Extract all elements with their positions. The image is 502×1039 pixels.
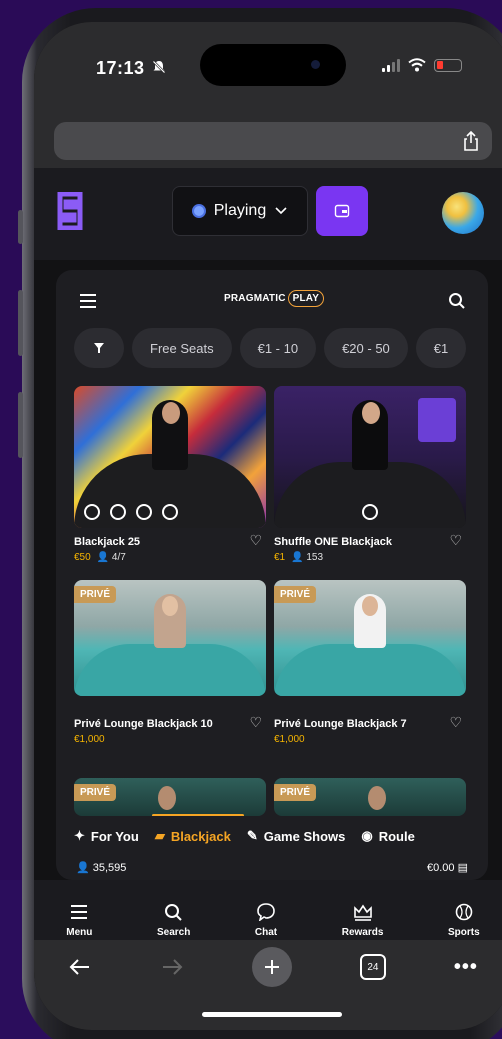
filter-chips: Free Seats €1 - 10 €20 - 50 €1 — [74, 328, 467, 368]
filter-button[interactable] — [74, 328, 124, 368]
wallet-icon — [334, 204, 350, 218]
status-bar: 17:13 — [34, 22, 502, 102]
microphone-icon: ✎ — [246, 828, 258, 843]
favorite-heart-icon[interactable]: ♡ — [249, 714, 262, 731]
tab-roulette[interactable]: ◉ Roule — [361, 828, 414, 844]
chip-bet-1-10[interactable]: €1 - 10 — [239, 328, 317, 368]
game-name: Privé Lounge Blackjack 7 — [274, 718, 407, 730]
game-tile[interactable]: Blackjack 25 ♡ €50 👤 4/7 — [74, 386, 266, 563]
prive-badge: PRIVÉ — [274, 586, 317, 603]
favorite-heart-icon[interactable]: ♡ — [249, 532, 262, 549]
search-icon — [164, 903, 182, 921]
category-tabs: ✦ For You ▰ Blackjack ✎ Game Shows ◉ Roule — [56, 816, 488, 856]
chevron-down-icon — [275, 207, 287, 215]
game-thumbnail — [74, 386, 266, 528]
wifi-icon — [408, 58, 426, 72]
roulette-icon: ◉ — [361, 828, 373, 843]
user-avatar[interactable] — [442, 192, 484, 234]
shuffle-logo-icon[interactable] — [54, 192, 86, 230]
funnel-icon — [94, 343, 104, 353]
chip-bet-more[interactable]: €1 — [415, 328, 467, 368]
favorite-heart-icon[interactable]: ♡ — [449, 714, 462, 731]
phone-screen: 17:13 Playing PRAGMATIC PLAY Free Seats … — [34, 22, 502, 1030]
nav-menu[interactable]: Menu — [66, 903, 92, 938]
prive-badge: PRIVÉ — [74, 586, 117, 603]
prive-badge: PRIVÉ — [274, 784, 317, 801]
favorite-heart-icon[interactable]: ♡ — [449, 532, 462, 549]
cell-signal-icon — [382, 58, 400, 72]
nav-search[interactable]: Search — [157, 903, 190, 938]
main-content: PRAGMATIC PLAY Free Seats €1 - 10 €20 - 5… — [34, 260, 502, 880]
playing-dropdown[interactable]: Playing — [172, 186, 308, 236]
balance: €0.00 ▤ — [427, 861, 468, 874]
chat-icon — [257, 902, 275, 921]
site-header: Playing — [34, 168, 502, 260]
menu-icon — [71, 904, 88, 919]
chip-bet-20-50[interactable]: €20 - 50 — [324, 328, 408, 368]
pragmatic-play-logo: PRAGMATIC PLAY — [224, 290, 325, 307]
phone-side-button — [18, 290, 23, 356]
sparkle-icon: ✦ — [74, 828, 85, 843]
min-bet: €1,000 — [74, 734, 105, 745]
tabs-button[interactable]: 24 — [359, 954, 386, 980]
game-thumbnail — [274, 386, 466, 528]
new-tab-button[interactable] — [251, 947, 292, 987]
game-thumbnail: PRIVÉ — [274, 580, 466, 696]
chip-free-seats[interactable]: Free Seats — [132, 328, 232, 368]
browser-address-area — [34, 102, 502, 168]
game-tile[interactable]: PRIVÉ — [274, 778, 466, 816]
min-bet: €1,000 — [274, 734, 305, 745]
players-online: 👤 35,595 — [76, 861, 127, 874]
shuffle-sign — [418, 398, 456, 442]
crown-icon — [353, 904, 372, 921]
game-thumbnail: PRIVÉ — [74, 778, 266, 816]
seat-icon — [362, 504, 378, 520]
bell-muted-icon — [152, 60, 166, 74]
forward-arrow-icon[interactable] — [160, 957, 184, 977]
search-icon[interactable] — [448, 292, 466, 310]
game-name: Shuffle ONE Blackjack — [274, 536, 392, 548]
nav-sports[interactable]: Sports — [448, 903, 480, 938]
wallet-button[interactable] — [316, 186, 368, 236]
address-bar[interactable] — [54, 122, 492, 160]
min-bet: €1 — [274, 552, 286, 563]
cards-icon: ▰ — [154, 828, 165, 843]
tab-for-you[interactable]: ✦ For You — [74, 828, 139, 844]
game-tile[interactable]: PRIVÉ Privé Lounge Blackjack 10 ♡ €1,000 — [74, 580, 266, 745]
camera-dot — [311, 60, 320, 69]
dynamic-island — [200, 44, 346, 86]
more-options-icon[interactable]: ••• — [454, 956, 478, 979]
status-time: 17:13 — [96, 58, 145, 78]
nav-rewards[interactable]: Rewards — [342, 903, 383, 938]
game-tile[interactable]: PRIVÉ — [74, 778, 266, 816]
prive-badge: PRIVÉ — [74, 784, 117, 801]
home-indicator[interactable] — [202, 1012, 342, 1017]
game-thumbnail: PRIVÉ — [74, 580, 266, 696]
phone-side-button — [18, 392, 23, 458]
share-icon[interactable] — [462, 130, 480, 152]
lobby-card: PRAGMATIC PLAY Free Seats €1 - 10 €20 - 5… — [56, 270, 488, 880]
seat-icons — [84, 504, 178, 520]
playing-label: Playing — [213, 202, 267, 219]
game-tile[interactable]: Shuffle ONE Blackjack ♡ €1 👤 153 — [274, 386, 466, 563]
currency-coin-icon — [191, 204, 206, 218]
lobby-footer: 👤 35,595 €0.00 ▤ — [56, 854, 488, 880]
back-arrow-icon[interactable] — [68, 957, 92, 977]
game-name: Blackjack 25 — [74, 536, 141, 548]
tab-blackjack[interactable]: ▰ Blackjack — [155, 828, 231, 844]
seats-count: 👤 153 — [291, 552, 324, 563]
nav-chat[interactable]: Chat — [255, 902, 277, 938]
seats-count: 👤 4/7 — [96, 552, 126, 563]
tab-game-shows[interactable]: ✎ Game Shows — [247, 828, 346, 844]
min-bet: €50 — [74, 552, 91, 563]
battery-icon — [434, 58, 462, 72]
plus-icon — [264, 960, 279, 974]
hamburger-menu-icon[interactable] — [80, 294, 96, 312]
game-name: Privé Lounge Blackjack 10 — [74, 718, 213, 730]
game-tile[interactable]: PRIVÉ Privé Lounge Blackjack 7 ♡ €1,000 — [274, 580, 466, 745]
game-thumbnail: PRIVÉ — [274, 778, 466, 816]
ball-icon — [455, 903, 473, 920]
phone-side-button — [18, 210, 23, 244]
